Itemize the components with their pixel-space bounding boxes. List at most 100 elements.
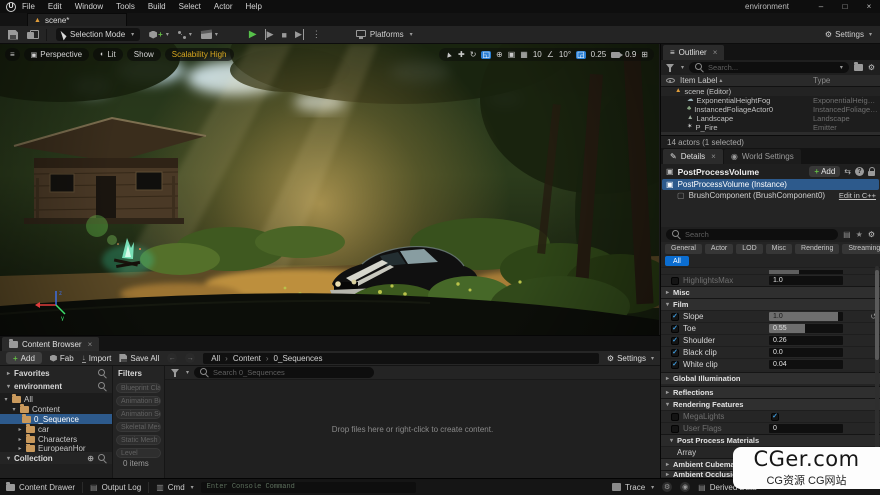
tree-item-car[interactable]: ▸ car (0, 424, 112, 434)
menu-help[interactable]: Help (246, 2, 262, 11)
show-dropdown[interactable]: Show (127, 48, 161, 61)
camera-speed-icon[interactable] (611, 52, 620, 58)
breadcrumb-sequences[interactable]: 0_Sequences (274, 354, 323, 363)
checkbox-checked[interactable]: ✓ (771, 413, 779, 421)
outliner-row-fog[interactable]: ☁ ExponentialHeightFog ExponentialHeight… (661, 96, 880, 105)
chevron-down-icon[interactable]: ▾ (186, 369, 189, 376)
edit-in-cpp-link[interactable]: Edit in C++ (839, 191, 876, 200)
type-column[interactable]: Type (813, 76, 830, 85)
checkbox-checked[interactable]: ✓ (671, 337, 679, 345)
grid-snap-value[interactable]: 10 (533, 50, 542, 59)
checkbox-unchecked[interactable]: ✓ (671, 425, 679, 433)
details-search-box[interactable] (666, 229, 838, 240)
level-tab-scene[interactable]: ▲ scene* (27, 13, 127, 26)
maximize-button[interactable]: □ (838, 2, 852, 11)
selection-mode-dropdown[interactable]: Selection Mode ▾ (56, 28, 140, 41)
grid-snap-icon[interactable]: ▦ (520, 51, 528, 59)
view-mode-dropdown[interactable]: ◐ Lit (93, 48, 123, 61)
menu-actor[interactable]: Actor (214, 2, 233, 11)
filter-icon[interactable] (666, 64, 674, 69)
tab-content-browser[interactable]: Content Browser × (2, 337, 99, 351)
platforms-dropdown[interactable]: Platforms ▾ (356, 30, 413, 39)
asset-drop-zone[interactable]: Drop files here or right-click to create… (165, 380, 660, 479)
filter-blueprint-class[interactable]: Blueprint Cla (116, 383, 161, 393)
project-browser-icon[interactable] (27, 30, 37, 39)
perspective-dropdown[interactable]: ▣ Perspective (24, 48, 89, 61)
close-button[interactable]: × (862, 2, 876, 11)
checkbox-checked[interactable]: ✓ (671, 349, 679, 357)
value-field[interactable]: 0.04 (769, 360, 843, 369)
details-search-input[interactable] (685, 230, 832, 239)
menu-tools[interactable]: Tools (116, 2, 135, 11)
move-tool-icon[interactable]: ✚ (458, 51, 465, 59)
value-field[interactable]: 1.0 (769, 276, 843, 285)
outliner-row-foliage[interactable]: ♣ InstancedFoliageActor0 InstancedFoliag… (661, 105, 880, 114)
viewport-options-menu[interactable]: ≡ (5, 48, 20, 61)
filter-animation-sequence[interactable]: Animation Se (116, 409, 161, 419)
close-icon[interactable]: × (711, 152, 716, 161)
select-tool-icon[interactable]: ▲ (444, 49, 454, 59)
chevron-right-icon[interactable]: ▸ (17, 445, 23, 452)
outliner-row-pfire[interactable]: ✶ P_Fire Emitter (661, 123, 880, 132)
value-field[interactable]: 0.0 (769, 348, 843, 357)
help-icon[interactable]: ? (855, 167, 864, 176)
tree-item-0-sequence[interactable]: 0_Sequence (0, 414, 112, 424)
chip-misc[interactable]: Misc (766, 244, 792, 254)
add-collection-icon[interactable]: ⊕ (87, 454, 94, 463)
asset-search-box[interactable] (194, 367, 374, 378)
surface-snap-icon[interactable]: ▣ (508, 51, 516, 59)
collection-header[interactable]: ▾ Collection ⊕ (0, 452, 112, 464)
import-button[interactable]: ↓ Import (82, 354, 112, 363)
toolbar-settings-dropdown[interactable]: ⚙ Settings ▾ (825, 30, 872, 39)
minimize-button[interactable]: – (814, 2, 828, 11)
filter-icon[interactable] (171, 369, 179, 374)
chip-lod[interactable]: LOD (736, 244, 762, 254)
source-root-header[interactable]: ▾ environment (0, 380, 112, 393)
section-post-process-materials[interactable]: ▾ Post Process Materials (661, 434, 880, 446)
output-log-button[interactable]: ▤ Output Log (90, 483, 141, 492)
tree-item-all[interactable]: ▾ All (0, 394, 112, 404)
asset-search-input[interactable] (213, 368, 368, 377)
forward-button[interactable]: → (185, 353, 195, 363)
cmd-dropdown[interactable]: ▥ Cmd ▾ (156, 483, 193, 492)
close-icon[interactable]: × (88, 340, 93, 349)
save-icon[interactable] (8, 30, 18, 40)
menu-window[interactable]: Window (75, 2, 103, 11)
filter-level[interactable]: Level (116, 448, 161, 458)
checkbox-unchecked[interactable]: ✓ (671, 277, 679, 285)
chip-all[interactable]: All (665, 256, 689, 266)
filter-animation-blueprint[interactable]: Animation Bl (116, 396, 161, 406)
save-all-button[interactable]: Save All (119, 354, 159, 363)
section-reflections[interactable]: ▸ Reflections (661, 386, 880, 398)
search-icon[interactable] (98, 382, 107, 391)
chip-rendering[interactable]: Rendering (795, 244, 839, 254)
favorites-star-icon[interactable]: ★ (856, 230, 863, 239)
section-film[interactable]: ▾ Film (661, 298, 880, 310)
fab-button[interactable]: Fab (50, 354, 74, 363)
display-options-icon[interactable]: ▤ (843, 230, 851, 239)
camera-speed-value[interactable]: 0.9 (625, 50, 636, 59)
new-folder-icon[interactable] (854, 64, 863, 71)
scale-tool-icon[interactable]: ◱ (481, 51, 491, 59)
rotate-tool-icon[interactable]: ↻ (470, 51, 477, 59)
eject-button[interactable]: ▶ (295, 29, 304, 40)
snapshot-icon[interactable]: ◉ (680, 482, 690, 492)
chevron-right-icon[interactable]: ▸ (17, 436, 23, 443)
outliner-search-box[interactable]: ▾ (689, 62, 849, 73)
tab-world-settings[interactable]: ◉ World Settings (724, 149, 801, 164)
chevron-right-icon[interactable]: ▸ (17, 426, 23, 433)
console-input[interactable] (207, 483, 410, 491)
outliner-search-input[interactable] (708, 63, 834, 72)
back-button[interactable]: ← (167, 353, 177, 363)
tree-item-europeanhor[interactable]: ▸ EuropeanHor (0, 444, 112, 452)
settings-circle-icon[interactable]: ⚙ (662, 482, 672, 492)
details-settings-icon[interactable]: ⚙ (868, 230, 875, 239)
tab-details[interactable]: ✎ Details × (663, 149, 723, 164)
add-actor-dropdown[interactable]: +▾ (149, 31, 169, 39)
viewport[interactable]: ≡ ▣ Perspective ◐ Lit Show Scalability H… (0, 44, 659, 335)
outliner-row-landscape[interactable]: ▲ Landscape Landscape (661, 114, 880, 123)
chip-general[interactable]: General (665, 244, 702, 254)
component-row-root[interactable]: ▣ PostProcessVolume (Instance) (662, 179, 879, 190)
component-row-brush[interactable]: ▢ BrushComponent (BrushComponent0) Edit … (661, 190, 880, 201)
checkbox-unchecked[interactable]: ✓ (671, 413, 679, 421)
